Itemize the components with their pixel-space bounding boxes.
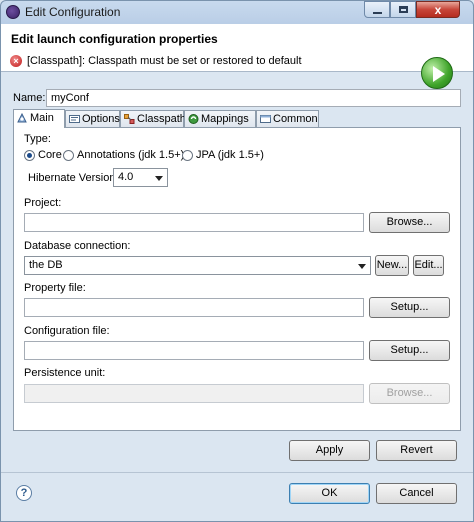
chevron-down-icon: [358, 264, 366, 269]
chevron-down-icon: [155, 176, 163, 181]
radio-core[interactable]: [24, 150, 35, 161]
name-label: Name:: [13, 92, 46, 104]
error-icon: ×: [10, 55, 22, 67]
run-icon: [421, 57, 453, 89]
config-setup-button[interactable]: Setup...: [369, 340, 450, 361]
radio-jpa[interactable]: [182, 150, 193, 161]
tab-mappings[interactable]: Mappings: [184, 110, 256, 127]
type-label: Type:: [24, 133, 51, 145]
help-icon[interactable]: ?: [16, 485, 32, 501]
property-setup-button[interactable]: Setup...: [369, 297, 450, 318]
classpath-tab-icon: [124, 114, 135, 124]
persistence-browse-button[interactable]: Browse...: [369, 383, 450, 404]
mappings-tab-icon: [188, 114, 199, 124]
radio-jpa-label: JPA (jdk 1.5+): [196, 149, 264, 161]
tab-classpath-label: Classpath: [137, 113, 186, 125]
hibernate-version-value: 4.0: [118, 171, 134, 183]
project-label: Project:: [24, 197, 62, 209]
tab-common-label: Common: [273, 113, 318, 125]
radio-annotations-label: Annotations (jdk 1.5+): [77, 149, 185, 161]
persistence-unit-label: Persistence unit:: [24, 367, 106, 379]
cancel-button[interactable]: Cancel: [376, 483, 457, 504]
maximize-icon: [399, 6, 408, 13]
title-bar: Edit Configuration x: [0, 0, 474, 24]
minimize-button[interactable]: [364, 1, 390, 18]
project-input[interactable]: [24, 213, 364, 232]
options-tab-icon: [69, 115, 80, 123]
project-browse-button[interactable]: Browse...: [369, 212, 450, 233]
error-message: [Classpath]: Classpath must be set or re…: [27, 55, 302, 67]
tab-options[interactable]: Options: [65, 110, 120, 127]
db-connection-label: Database connection:: [24, 240, 131, 252]
property-file-label: Property file:: [24, 282, 86, 294]
banner-title: Edit launch configuration properties: [11, 32, 218, 46]
db-connection-value: the DB: [29, 259, 63, 271]
property-file-input[interactable]: [24, 298, 364, 317]
name-input[interactable]: myConf: [46, 89, 461, 107]
revert-button[interactable]: Revert: [376, 440, 457, 461]
window-title: Edit Configuration: [25, 5, 121, 19]
persistence-unit-input[interactable]: [24, 384, 364, 403]
maximize-button[interactable]: [390, 1, 416, 18]
config-file-input[interactable]: [24, 341, 364, 360]
header-banner: Edit launch configuration properties × […: [1, 24, 473, 89]
apply-button[interactable]: Apply: [289, 440, 370, 461]
db-connection-select[interactable]: the DB: [24, 256, 371, 275]
tab-main-label: Main: [30, 112, 54, 124]
minimize-icon: [373, 12, 382, 14]
db-new-button[interactable]: New...: [375, 255, 409, 276]
tab-main[interactable]: Main: [13, 109, 65, 128]
tab-common[interactable]: Common: [256, 110, 319, 127]
eclipse-icon: [6, 5, 20, 19]
common-tab-icon: [260, 115, 271, 123]
tab-options-label: Options: [82, 113, 120, 125]
radio-core-label: Core: [38, 149, 62, 161]
tab-classpath[interactable]: Classpath: [120, 110, 186, 127]
close-button[interactable]: x: [416, 1, 460, 18]
config-file-label: Configuration file:: [24, 325, 110, 337]
hibernate-version-select[interactable]: 4.0: [113, 168, 168, 187]
hibernate-version-label: Hibernate Version:: [28, 172, 119, 184]
main-tab-icon: [17, 113, 27, 123]
radio-annotations[interactable]: [63, 150, 74, 161]
db-edit-button[interactable]: Edit...: [413, 255, 444, 276]
tab-mappings-label: Mappings: [201, 113, 249, 125]
footer-separator: [1, 472, 473, 473]
ok-button[interactable]: OK: [289, 483, 370, 504]
